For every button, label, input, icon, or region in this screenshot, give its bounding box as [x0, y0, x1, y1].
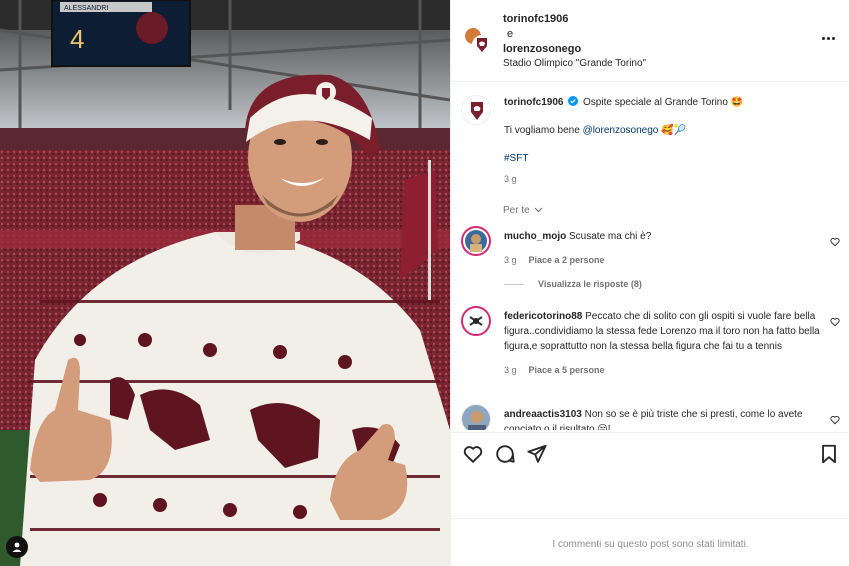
sort-label: Per te: [503, 205, 530, 216]
comment-user[interactable]: andreaactis3103: [504, 409, 582, 420]
avatar-image: [465, 310, 487, 332]
heart-icon[interactable]: [462, 443, 484, 465]
user-tag-button[interactable]: [6, 536, 28, 558]
comment-likes[interactable]: Piace a 2 persone: [529, 255, 605, 265]
comment-avatar[interactable]: [461, 404, 491, 430]
scoreboard-number: 4: [70, 24, 84, 54]
avatar-image: [462, 405, 490, 430]
post-actions-bar: [451, 432, 849, 476]
caption-line2-suffix: 🥰🎾: [658, 125, 687, 136]
comment-avatar[interactable]: [461, 306, 491, 336]
view-replies-label: Visualizza le risposte (8): [538, 279, 642, 289]
comment-time[interactable]: 3 g: [504, 255, 517, 265]
comment-sort-dropdown[interactable]: Per te: [503, 205, 543, 216]
comment-time[interactable]: 3 g: [504, 365, 517, 375]
collab-avatars[interactable]: [463, 26, 492, 55]
caption-line1: Ospite speciale al Grande Torino 🤩: [583, 97, 744, 108]
verified-badge-icon: [568, 96, 579, 106]
comment-user[interactable]: federicotorino88: [504, 311, 582, 322]
comment-like-heart-icon[interactable]: [830, 415, 840, 425]
share-icon[interactable]: [526, 443, 548, 465]
caption-mention[interactable]: @lorenzosonego: [583, 125, 659, 136]
scoreboard-name: ALESSANDRI: [64, 5, 108, 12]
avatar-image: [465, 230, 487, 252]
comments-limited-notice: I commenti su questo post sono stati lim…: [451, 518, 849, 566]
coauthor-username[interactable]: lorenzosonego: [503, 42, 581, 57]
bookmark-icon[interactable]: [818, 443, 840, 465]
caption-author[interactable]: torinofc1906: [504, 97, 563, 108]
comment-likes[interactable]: Piace a 5 persone: [529, 365, 605, 375]
comments-list[interactable]: torinofc1906 Ospite speciale al Grande T…: [451, 83, 849, 430]
post-details-panel: torinofc1906 e lorenzosonego Stadio Olim…: [450, 0, 849, 566]
caption-body: torinofc1906 Ospite speciale al Grande T…: [504, 95, 820, 187]
avatar-torinofc1906[interactable]: [472, 35, 492, 55]
more-icon: [821, 36, 825, 40]
more-options-button[interactable]: [818, 30, 838, 46]
comment-avatar[interactable]: [461, 226, 491, 256]
comment-user[interactable]: mucho_mojo: [504, 231, 566, 242]
photo-illustration: ALESSANDRI 4: [0, 0, 450, 566]
author-username[interactable]: torinofc1906: [503, 12, 581, 27]
post-location[interactable]: Stadio Olimpico "Grande Torino": [503, 58, 646, 69]
caption-avatar[interactable]: [461, 95, 491, 125]
comment-like-heart-icon[interactable]: [830, 317, 840, 327]
comment-icon[interactable]: [494, 443, 516, 465]
caption-line2-prefix: Ti vogliamo bene: [504, 125, 583, 136]
comment-text: Scusate ma chi è?: [569, 231, 652, 242]
post-header: torinofc1906 e lorenzosonego Stadio Olim…: [451, 0, 849, 82]
post-authors: torinofc1906 e lorenzosonego: [503, 12, 581, 57]
caption-hashtag[interactable]: #SFT: [504, 151, 820, 166]
authors-joiner: e: [507, 28, 514, 40]
torino-crest-icon: [477, 38, 487, 52]
chevron-down-icon: [535, 207, 543, 213]
view-replies-button[interactable]: Visualizza le risposte (8): [504, 279, 642, 289]
comment-like-heart-icon[interactable]: [830, 237, 840, 247]
torino-crest-icon: [462, 96, 490, 124]
caption-time[interactable]: 3 g: [504, 172, 820, 187]
post-photo[interactable]: ALESSANDRI 4: [0, 0, 450, 566]
user-tag-icon: [12, 542, 22, 552]
